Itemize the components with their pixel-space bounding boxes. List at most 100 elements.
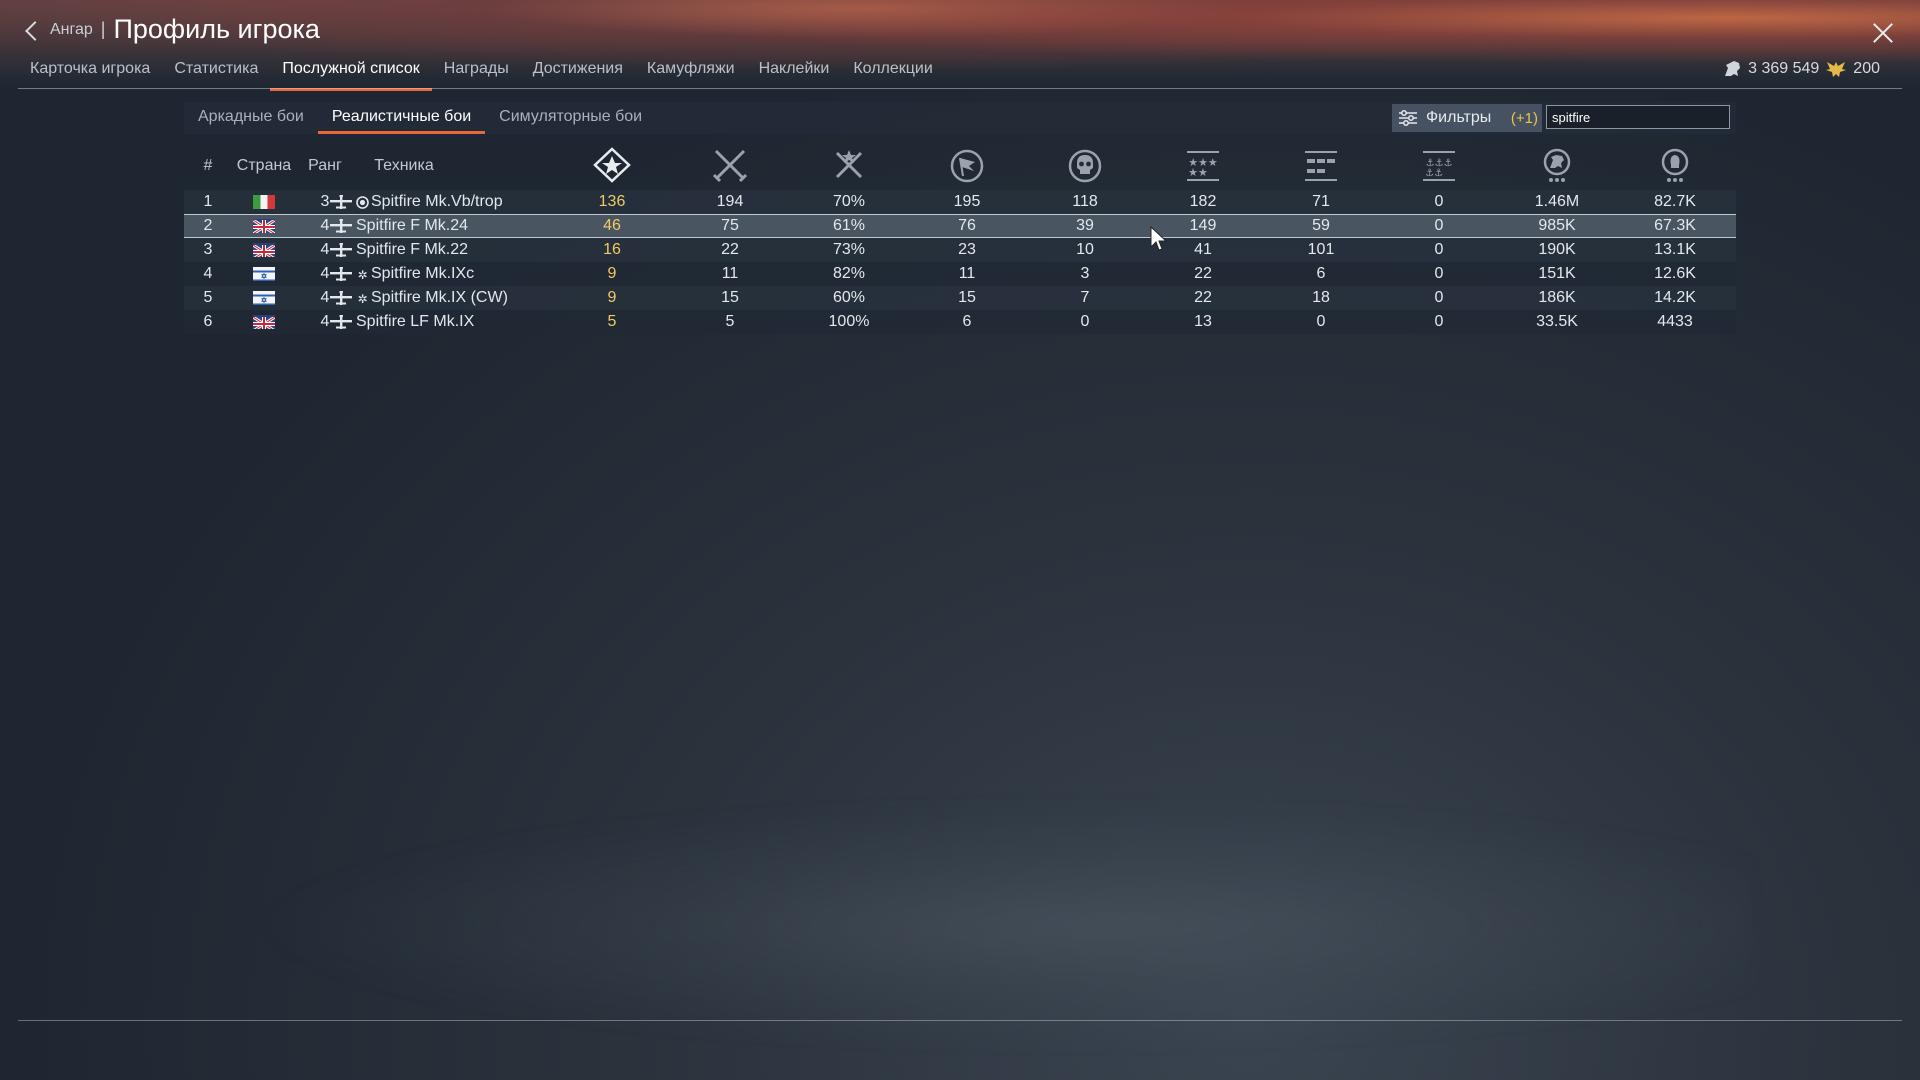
cell-research: 12.6K (1654, 265, 1696, 282)
lions-amount: 3 369 549 (1748, 60, 1820, 77)
cell-name: Spitfire LF Mk.IX (330, 310, 590, 334)
golden-eagle-icon (1826, 62, 1847, 77)
cell-ground_kills: 71 (1312, 193, 1330, 210)
cell-deaths: 7 (1080, 289, 1090, 306)
header-winrate (814, 142, 884, 190)
header-ground_kills (1286, 142, 1356, 190)
cell-respawns: 23 (958, 241, 976, 258)
respawns-icon (950, 149, 984, 183)
flag-italy-icon (253, 194, 275, 209)
cell-air_kills: 22 (1194, 289, 1212, 306)
header-separator: | (100, 19, 106, 39)
vehicle-name: Spitfire F Mk.24 (356, 217, 469, 234)
tab-main-0[interactable]: Карточка игрока (18, 56, 162, 88)
cell-winrate: 82% (832, 265, 866, 282)
cell-lions: 190K (1538, 241, 1576, 258)
cell-name: Spitfire F Mk.24 (330, 215, 590, 237)
cell-lions: 151K (1538, 265, 1576, 282)
uk-cross-shape (253, 243, 275, 257)
table-row[interactable]: 6 4 Spitfire LF Mk.IX 5 5 100% 6 0 13 0 0 33.5K 4433 (184, 310, 1736, 334)
table-row[interactable]: 5 4 ✲ Spitfire Mk.IX (CW) 9 15 60% 15 7 22 18 0 186K… (184, 286, 1736, 310)
table-row[interactable]: 1 3 Spitfire Mk.Vb/trop 136 194 70% 195 118 182 7… (184, 190, 1736, 214)
chevron-left-icon[interactable] (25, 20, 45, 41)
fighter-plane-icon (330, 267, 352, 281)
tab-main-7[interactable]: Коллекции (841, 56, 944, 88)
currency-display: 3 369 549 200 (1722, 60, 1880, 78)
tab-main-1[interactable]: Статистика (162, 56, 270, 88)
cell-battles: 15 (721, 289, 739, 306)
header-flag: Страна (236, 157, 292, 174)
cell-air_kills: 182 (1189, 193, 1217, 210)
experience-icon (1661, 148, 1689, 182)
filters-count: (+1) (1510, 109, 1538, 127)
uk-cross-shape (253, 218, 275, 233)
vehicle-name: Spitfire Mk.IXc (371, 265, 475, 282)
cell-victories: 5 (607, 313, 617, 330)
vehicle-name: Spitfire Mk.Vb/trop (371, 193, 503, 210)
uk-cross-shape (253, 315, 275, 329)
flag-uk-icon (253, 218, 275, 233)
header: Ангар | Профиль игрока (25, 14, 320, 45)
smoke-background (250, 800, 1750, 1050)
header-name: Техника (374, 157, 434, 174)
lion-currency-icon (1725, 61, 1741, 76)
cell-respawns: 11 (958, 265, 976, 282)
cell-battles: 5 (725, 313, 735, 330)
cell-num: 2 (203, 217, 213, 234)
israel-flag-shape (253, 268, 275, 281)
cell-victories: 136 (598, 193, 626, 210)
close-icon[interactable] (1872, 22, 1894, 44)
cell-naval_kills: 0 (1434, 241, 1444, 258)
table-row[interactable]: 3 4 Spitfire F Mk.22 16 22 73% 23 10 41 101 0 190K 1… (184, 238, 1736, 262)
cell-naval_kills: 0 (1434, 313, 1444, 330)
cell-research: 14.2K (1654, 289, 1696, 306)
main-tabs: Карточка игрока Статистика Послужной списо… (18, 56, 945, 91)
tab-main-2[interactable]: Послужной список (270, 56, 432, 91)
cell-research: 4433 (1657, 313, 1693, 330)
tab-main-4[interactable]: Достижения (521, 56, 635, 88)
back-to-hangar-link[interactable]: Ангар (50, 21, 93, 39)
cell-winrate: 60% (832, 289, 866, 306)
svg-text:⚓⚓: ⚓⚓ (1425, 168, 1443, 179)
filters-label: Фильтры (1426, 109, 1492, 126)
tab-main-3[interactable]: Награды (432, 56, 521, 88)
air-kills-icon: ★★★★★ (1187, 151, 1219, 181)
lions-earned-icon (1543, 148, 1571, 182)
cell-ground_kills: 6 (1316, 265, 1326, 282)
tab-mode-0[interactable]: Аркадные бои (184, 102, 318, 134)
mouse-cursor-icon (1150, 226, 1168, 251)
deaths-icon (1068, 149, 1102, 183)
header-battles (695, 142, 765, 190)
header-naval_kills: ⚓⚓⚓ ⚓⚓ (1404, 142, 1474, 190)
tab-main-5[interactable]: Камуфляжи (635, 56, 747, 88)
search-input[interactable] (1546, 105, 1730, 129)
table-header: # Страна Ранг Техника ★★★ ★★ ⚓⚓⚓ ⚓⚓ (184, 142, 1736, 190)
header-air_kills: ★★★ ★★ (1168, 142, 1238, 190)
cell-battles: 194 (716, 193, 744, 210)
cell-lions: 186K (1538, 289, 1576, 306)
cell-research: 13.1K (1654, 241, 1696, 258)
cell-flag (234, 310, 294, 334)
cell-winrate: 100% (828, 313, 870, 330)
header-lions (1517, 142, 1597, 190)
cell-lions: 33.5K (1536, 313, 1578, 330)
cell-winrate: 70% (832, 193, 866, 210)
tabs-divider (18, 88, 1902, 89)
cell-air_kills: 41 (1194, 241, 1212, 258)
mode-bar: Аркадные бои Реалистичные бои Симуляторные… (184, 102, 1736, 134)
table-row[interactable]: 2 4 Spitfire F Mk.24 46 75 61% 76 39 149 59 0 985K 6… (184, 214, 1736, 238)
tab-mode-2[interactable]: Симуляторные бои (485, 102, 656, 134)
victories-icon (593, 147, 631, 183)
page-title: Профиль игрока (113, 14, 320, 44)
cell-air_kills: 13 (1194, 313, 1212, 330)
tab-mode-1[interactable]: Реалистичные бои (317, 102, 486, 134)
mode-tabs: Аркадные бои Реалистичные бои Симуляторные… (184, 102, 656, 134)
table-row[interactable]: 4 4 ✲ Spitfire Mk.IXc 9 11 82% 11 3 22 6 0 151K 12.6K (184, 262, 1736, 286)
cell-winrate: 61% (832, 217, 866, 234)
fighter-plane-icon (330, 219, 352, 233)
cell-respawns: 76 (958, 217, 976, 234)
tab-main-6[interactable]: Наклейки (747, 56, 842, 88)
svg-text:✲: ✲ (357, 268, 367, 281)
premium-star-icon: ✲ (357, 268, 367, 281)
filters-button[interactable]: Фильтры (+1) (1392, 104, 1542, 132)
